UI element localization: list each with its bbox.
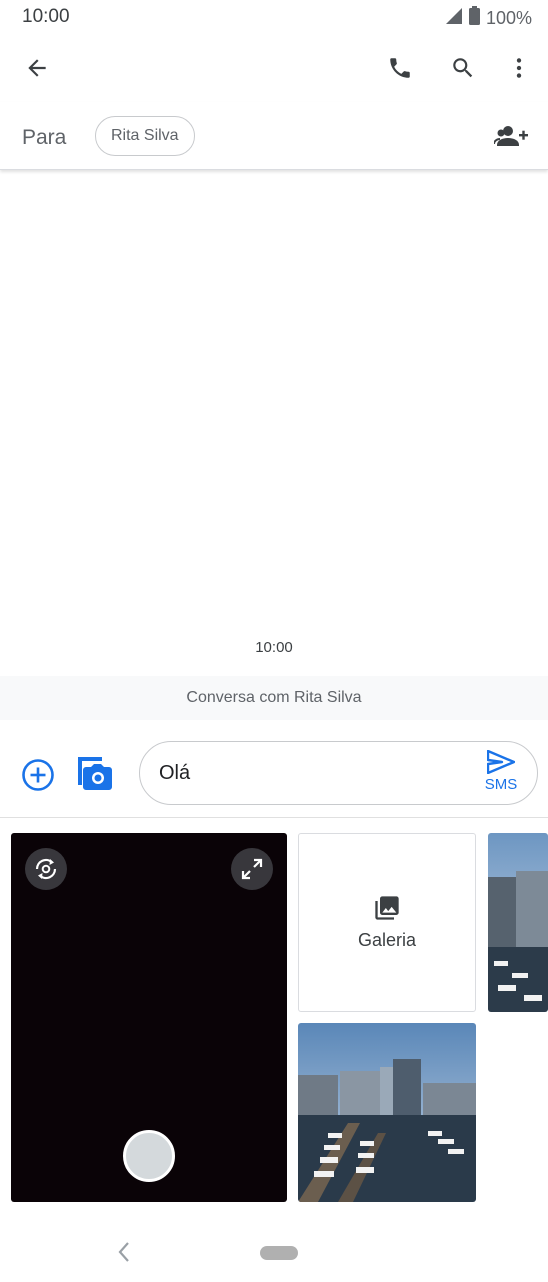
add-person-icon bbox=[494, 126, 528, 146]
switch-camera-button[interactable] bbox=[25, 848, 67, 890]
recipient-row: Para Rita Silva bbox=[0, 102, 548, 170]
call-button[interactable] bbox=[378, 46, 422, 90]
status-bar: 10:00 100% bbox=[0, 0, 548, 34]
status-time: 10:00 bbox=[22, 6, 70, 27]
system-nav-bar bbox=[0, 1230, 548, 1282]
shutter-button[interactable] bbox=[123, 1130, 175, 1182]
add-circle-icon bbox=[22, 759, 54, 791]
gallery-label: Galeria bbox=[357, 930, 417, 950]
camera-preview[interactable] bbox=[11, 833, 287, 1202]
more-vert-icon bbox=[516, 58, 522, 78]
search-button[interactable] bbox=[441, 46, 485, 90]
gallery-button[interactable]: Galeria bbox=[298, 833, 476, 1012]
message-timestamp: 10:00 bbox=[255, 639, 293, 656]
gallery-thumbnail[interactable] bbox=[298, 1023, 476, 1202]
send-icon bbox=[487, 750, 515, 774]
camera-icon bbox=[78, 757, 112, 790]
signal-icon bbox=[445, 7, 463, 30]
expand-icon bbox=[241, 858, 263, 880]
message-input[interactable]: Olá SMS bbox=[139, 741, 538, 805]
nav-home-button[interactable] bbox=[260, 1246, 298, 1260]
photo-library-icon bbox=[375, 896, 399, 920]
add-recipient-button[interactable] bbox=[489, 114, 533, 158]
fullscreen-button[interactable] bbox=[231, 848, 273, 890]
gallery-thumbnail[interactable] bbox=[488, 833, 548, 1012]
more-options-button[interactable] bbox=[497, 46, 541, 90]
camera-gallery-button[interactable] bbox=[74, 752, 118, 796]
switch-camera-icon bbox=[35, 858, 57, 880]
chevron-left-icon bbox=[118, 1242, 129, 1262]
status-icons: 100% bbox=[445, 6, 532, 30]
harbor-photo bbox=[298, 1023, 476, 1202]
phone-icon bbox=[390, 58, 410, 78]
recipient-chip[interactable]: Rita Silva bbox=[95, 116, 195, 156]
to-label: Para bbox=[22, 126, 67, 149]
app-bar bbox=[0, 34, 548, 102]
attach-button[interactable] bbox=[16, 753, 60, 797]
nav-back-button[interactable] bbox=[102, 1230, 146, 1274]
back-button[interactable] bbox=[15, 46, 59, 90]
arrow-back-icon bbox=[28, 59, 46, 77]
message-text: Olá bbox=[159, 762, 191, 784]
send-button[interactable]: SMS bbox=[479, 750, 523, 798]
conversation-banner: Conversa com Rita Silva bbox=[0, 676, 548, 720]
compose-row: Olá SMS bbox=[0, 720, 548, 818]
search-icon bbox=[453, 58, 473, 78]
send-label: SMS bbox=[484, 776, 518, 793]
harbor-photo bbox=[488, 833, 548, 1012]
battery-percent: 100% bbox=[485, 7, 532, 28]
battery-icon bbox=[468, 6, 480, 30]
